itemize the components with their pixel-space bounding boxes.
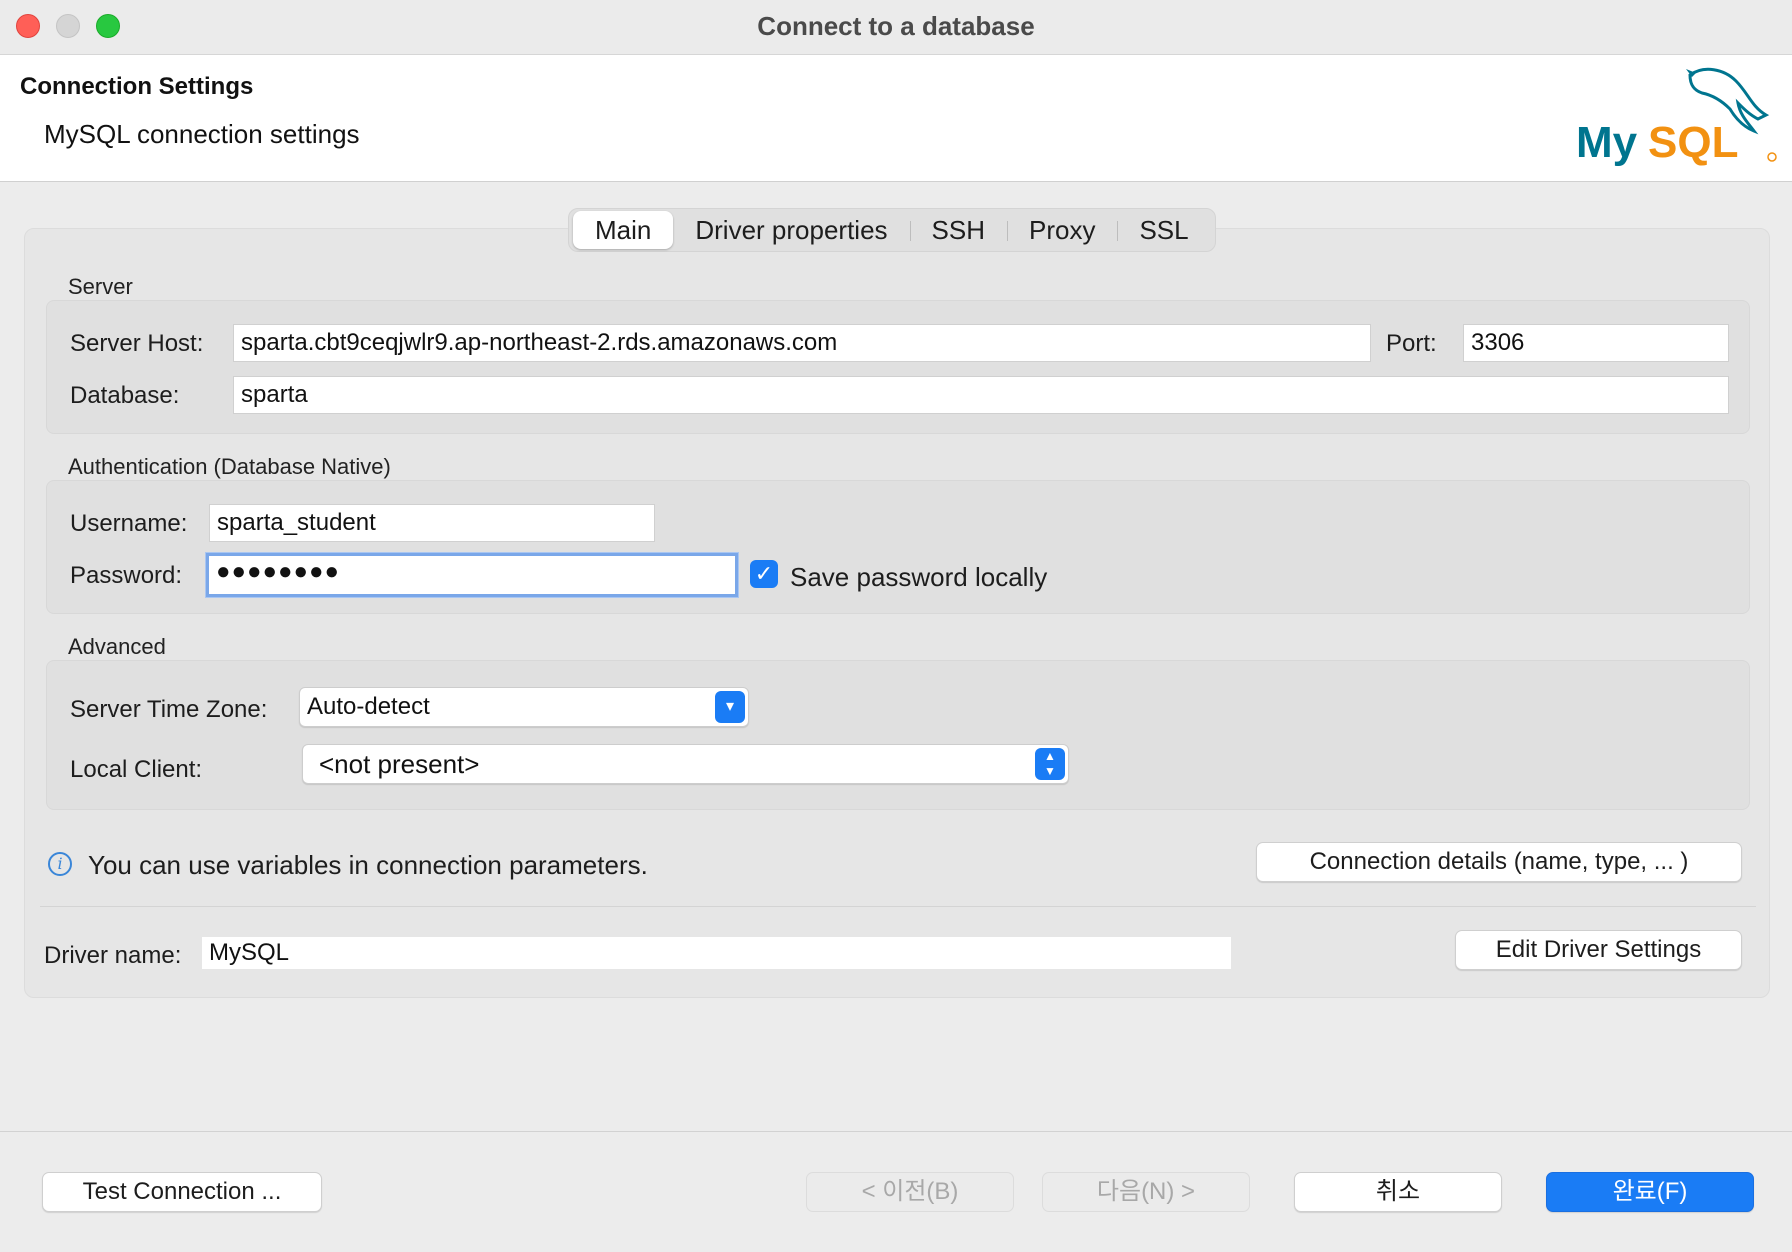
server-host-label: Server Host: — [70, 330, 204, 357]
database-label: Database: — [70, 382, 180, 409]
server-timezone-label: Server Time Zone: — [70, 696, 268, 723]
tab-proxy[interactable]: Proxy — [1007, 211, 1117, 249]
password-label: Password: — [70, 562, 183, 589]
logo-text-my: My — [1576, 118, 1638, 167]
mysql-logo-icon: My SQL — [1576, 67, 1777, 167]
settings-tab-bar: Main Driver properties SSH Proxy SSL — [568, 208, 1216, 252]
back-button[interactable]: < 이전(B) — [806, 1172, 1014, 1212]
advanced-group-label: Advanced — [68, 634, 166, 659]
page-subtitle: MySQL connection settings — [44, 119, 360, 149]
local-client-label: Local Client: — [70, 756, 203, 783]
page-title: Connection Settings — [20, 73, 254, 100]
local-client-value: <not present> — [319, 749, 480, 779]
local-client-select[interactable]: <not present> ▲ ▼ — [302, 744, 1069, 784]
username-label: Username: — [70, 510, 188, 537]
server-timezone-value: Auto-detect — [307, 693, 430, 720]
tab-main[interactable]: Main — [573, 211, 674, 249]
footer-divider — [0, 1131, 1792, 1132]
port-label: Port: — [1386, 330, 1437, 357]
tab-ssl[interactable]: SSL — [1117, 211, 1210, 249]
database-input[interactable]: sparta — [233, 376, 1729, 414]
advanced-group — [46, 660, 1750, 810]
next-button[interactable]: 다음(N) > — [1042, 1172, 1250, 1212]
checkmark-icon: ✓ — [754, 561, 774, 586]
driver-name-label: Driver name: — [44, 942, 182, 969]
username-input[interactable]: sparta_student — [209, 504, 655, 542]
cancel-button[interactable]: 취소 — [1294, 1172, 1502, 1212]
port-input[interactable]: 3306 — [1463, 324, 1729, 362]
server-host-input[interactable]: sparta.cbt9ceqjwlr9.ap-northeast-2.rds.a… — [233, 324, 1371, 362]
server-timezone-select[interactable]: Auto-detect ▾ — [299, 687, 749, 727]
window-title: Connect to a database — [757, 11, 1035, 41]
edit-driver-settings-button[interactable]: Edit Driver Settings — [1455, 930, 1742, 970]
info-icon: i — [48, 852, 72, 876]
divider — [40, 906, 1756, 907]
tab-driver-properties[interactable]: Driver properties — [673, 211, 909, 249]
logo-text-sql: SQL — [1648, 118, 1738, 167]
test-connection-button[interactable]: Test Connection ... — [42, 1172, 322, 1212]
variables-info-text: You can use variables in connection para… — [88, 850, 648, 880]
chevron-down-icon[interactable]: ▾ — [715, 691, 745, 723]
tab-ssh[interactable]: SSH — [909, 211, 1007, 249]
connection-details-button[interactable]: Connection details (name, type, ... ) — [1256, 842, 1742, 882]
title-bar: Connect to a database — [0, 0, 1792, 55]
driver-name-field: MySQL — [201, 936, 1232, 970]
password-input[interactable]: ●●●●●●●● — [206, 553, 738, 597]
auth-group-label: Authentication (Database Native) — [68, 454, 391, 479]
wizard-header: Connection Settings MySQL connection set… — [0, 55, 1792, 182]
server-group-label: Server — [68, 274, 133, 299]
up-down-chevron-icon[interactable]: ▲ ▼ — [1035, 748, 1065, 780]
save-password-checkbox[interactable]: ✓ — [750, 560, 778, 588]
finish-button[interactable]: 완료(F) — [1546, 1172, 1754, 1212]
save-password-label[interactable]: Save password locally — [790, 562, 1047, 593]
